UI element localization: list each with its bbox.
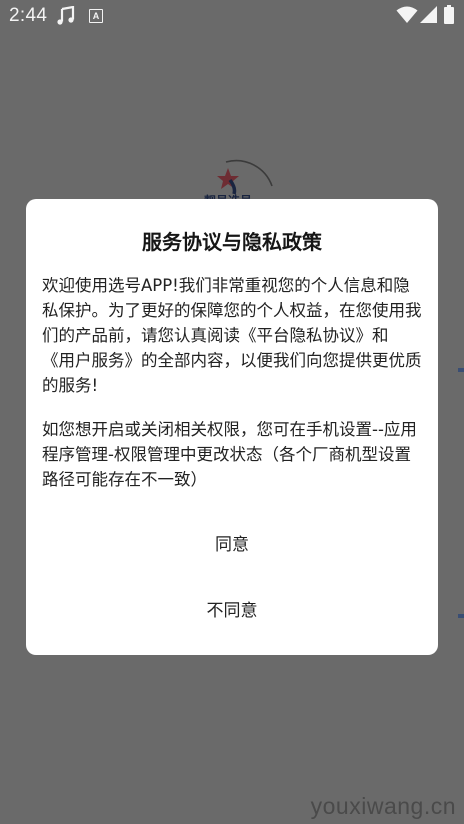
dialog-paragraph-intro: 欢迎使用选号APP!我们非常重视您的个人信息和隐私保护。为了更好的保障您的个人权… xyxy=(42,276,422,395)
status-bar: 2:44 A xyxy=(0,0,464,32)
dialog-body: 欢迎使用选号APP!我们非常重视您的个人信息和隐私保护。为了更好的保障您的个人权… xyxy=(42,273,424,511)
signal-icon xyxy=(420,6,437,23)
dialog-paragraph-permissions: 如您想开启或关闭相关权限，您可在手机设置--应用程序管理-权限管理中更改状态（各… xyxy=(42,420,417,489)
music-note-icon xyxy=(57,6,75,25)
dialog-title: 服务协议与隐私政策 xyxy=(142,230,322,254)
watermark: youxiwang.cn xyxy=(310,793,456,819)
text-a-icon: A xyxy=(89,9,103,23)
battery-icon xyxy=(444,5,454,24)
background-edge-mark xyxy=(458,368,464,372)
agree-button[interactable]: 同意 xyxy=(26,525,438,565)
disagree-button[interactable]: 不同意 xyxy=(26,591,438,631)
wifi-icon xyxy=(396,6,418,23)
status-time: 2:44 xyxy=(9,5,48,26)
privacy-dialog: 服务协议与隐私政策 欢迎使用选号APP!我们非常重视您的个人信息和隐私保护。为了… xyxy=(26,199,438,655)
background-edge-mark xyxy=(458,614,464,618)
